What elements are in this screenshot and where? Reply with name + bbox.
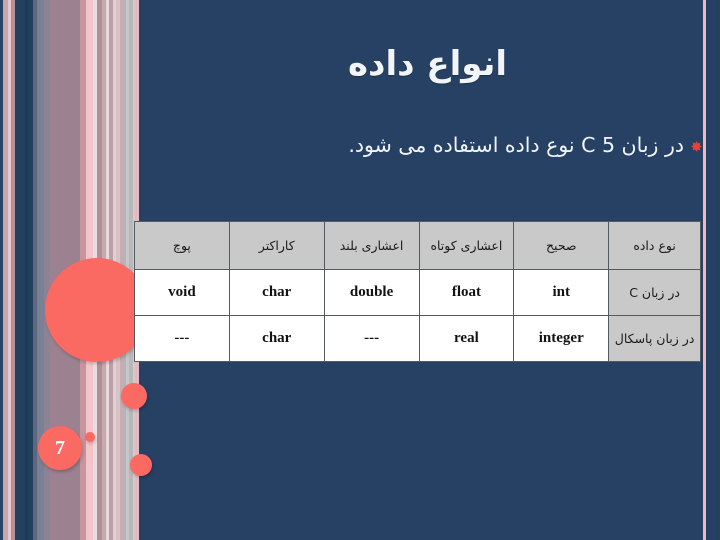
stripe-4 [15,0,25,540]
table-cell-r0-c1: float [418,269,515,316]
data-types-table: نوع داده صحیح اعشاری کوتاه اعشاری بلند کاراک… [134,221,701,362]
accent-line-2 [716,0,720,540]
table-header-cell-2: اعشاری کوتاه [418,221,515,270]
red-star-bullet-icon [691,141,702,152]
table-row-label-0: در زبان C [608,269,701,316]
table-header-cell-5: پوچ [134,221,230,270]
page-number-label: 7 [55,436,65,459]
table-header-cell-0: نوع داده [608,221,701,270]
table-cell-r1-c0: integer [513,315,610,362]
table-body: در زبان Cint float double char void در زبان پ… [134,269,701,362]
table-row: در زبان پاسکال integer real --- char --- [134,315,701,362]
bullet-text: در زبان C 5 نوع داده استفاده می شود. [348,133,684,157]
table-row: در زبان Cint float double char void [134,269,701,316]
table-cell-r0-c4: void [134,269,230,316]
table-cell-r0-c0: int [513,269,610,316]
table-cell-r1-c2: --- [323,315,420,362]
slide-canvas: 7 انواع داده در زبان C 5 نوع داده استفاد… [0,0,720,540]
table-header-cell-1: صحیح [513,221,610,270]
medium-accent-circle [121,383,147,409]
table-cell-r1-c3: char [228,315,325,362]
table-cell-r1-c1: real [418,315,515,362]
table-cell-r1-c4: --- [134,315,230,362]
page-title: انواع داده [347,44,508,84]
small-accent-circle [130,454,152,476]
table-cell-r0-c3: char [228,269,325,316]
tiny-accent-circle [85,432,95,442]
table-row-label-1: در زبان پاسکال [608,315,701,362]
table-header-cell-3: اعشاری بلند [323,221,420,270]
table-cell-r0-c2: double [323,269,420,316]
page-number-badge: 7 [38,426,82,470]
bullet-paragraph: در زبان C 5 نوع داده استفاده می شود. [172,132,702,160]
table-header-cell-4: کاراکتر [228,221,325,270]
table-header: نوع داده صحیح اعشاری کوتاه اعشاری بلند کاراک… [134,221,701,270]
table-header-row: نوع داده صحیح اعشاری کوتاه اعشاری بلند کاراک… [134,221,701,270]
